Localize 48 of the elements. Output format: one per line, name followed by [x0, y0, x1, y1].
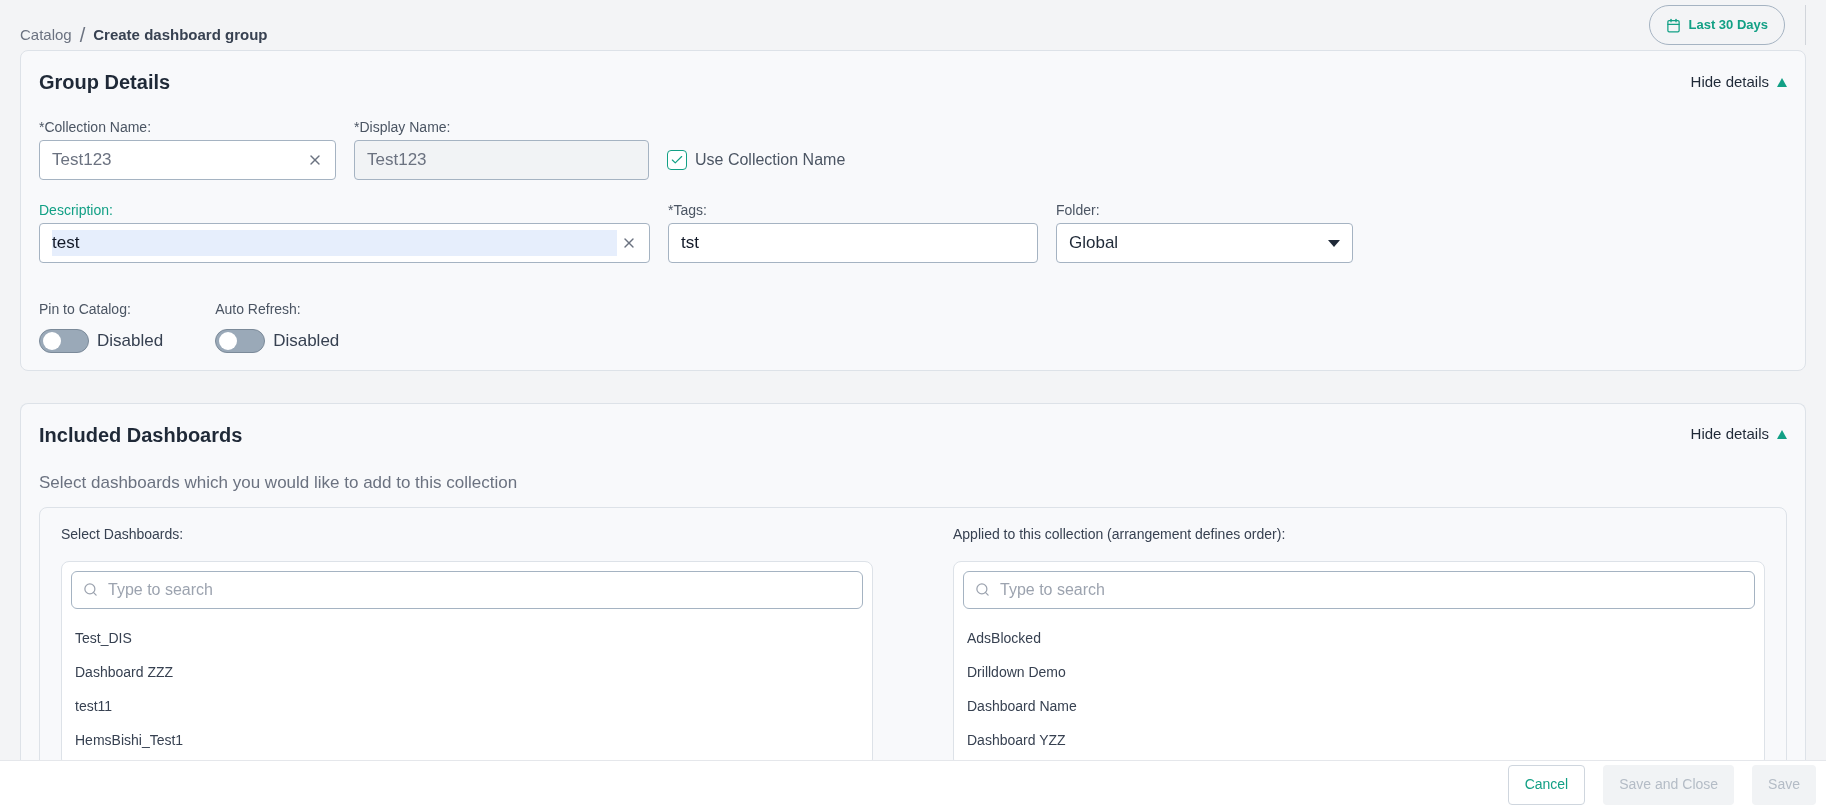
list-item[interactable]: test11 — [71, 689, 863, 723]
hide-details-toggle[interactable]: Hide details — [1690, 70, 1787, 94]
list-label: Select Dashboards: — [61, 525, 185, 544]
switch-label: Auto Refresh: — [215, 300, 302, 319]
input-value: Test123 — [367, 149, 428, 172]
list-label: Applied to this collection (arrangement defines order): — [953, 525, 1287, 544]
list-item[interactable]: Drilldown Demo — [963, 655, 1755, 689]
input-field[interactable]: Test123 — [39, 140, 336, 180]
section-title: Group Details — [39, 70, 171, 95]
switch-state: Disabled — [97, 330, 164, 352]
checkbox-label: Use Collection Name — [695, 150, 846, 170]
list-item[interactable]: Dashboard YZZ — [963, 723, 1755, 757]
input-value: Test123 — [52, 149, 113, 172]
folder-dropdown[interactable]: Global — [1056, 223, 1353, 263]
input-field[interactable]: tst — [668, 223, 1038, 263]
field-label: Folder: — [1056, 201, 1101, 220]
field-label: *Display Name: — [354, 118, 452, 137]
caret-icon — [1328, 239, 1340, 247]
list-item[interactable]: AdsBlocked — [963, 621, 1755, 655]
input-value: tst — [681, 232, 700, 255]
switch-label: Pin to Catalog: — [39, 300, 132, 319]
search-icon — [975, 582, 990, 597]
search-icon — [83, 582, 98, 597]
hide-details-toggle[interactable]: Hide details — [1690, 423, 1787, 446]
search-field[interactable]: Type to search — [71, 571, 863, 609]
list-item[interactable]: Dashboard Name — [963, 689, 1755, 723]
list-item[interactable]: HemsBishi_Test1 — [71, 723, 863, 757]
section-title: Included Dashboards — [39, 422, 243, 448]
list-item[interactable]: Dashboard ZZZ — [71, 655, 863, 689]
toggle-switch[interactable] — [39, 328, 89, 353]
check-icon — [670, 153, 684, 167]
search-field[interactable]: Type to search — [963, 571, 1755, 609]
input-field[interactable]: test — [39, 223, 650, 263]
breadcrumb-current: Create dashboard group — [93, 24, 268, 45]
triangle-up-icon — [1777, 77, 1787, 87]
triangle-up-icon — [1777, 430, 1787, 439]
checkbox[interactable] — [667, 150, 687, 170]
field-label: *Tags: — [668, 201, 708, 220]
field-label: *Collection Name: — [39, 118, 153, 137]
breadcrumb-link[interactable]: Catalog — [20, 23, 72, 47]
calendar-icon — [1665, 17, 1681, 33]
toggle-switch[interactable] — [215, 328, 266, 353]
input-value: test — [52, 230, 617, 256]
field-label: Description: — [39, 201, 114, 220]
section-subtitle: Select dashboards which you would like to add to this collection — [39, 471, 519, 494]
switch-state: Disabled — [273, 330, 340, 352]
breadcrumb-separator: / — [79, 23, 86, 48]
list-item[interactable]: Test_DIS — [71, 621, 863, 655]
